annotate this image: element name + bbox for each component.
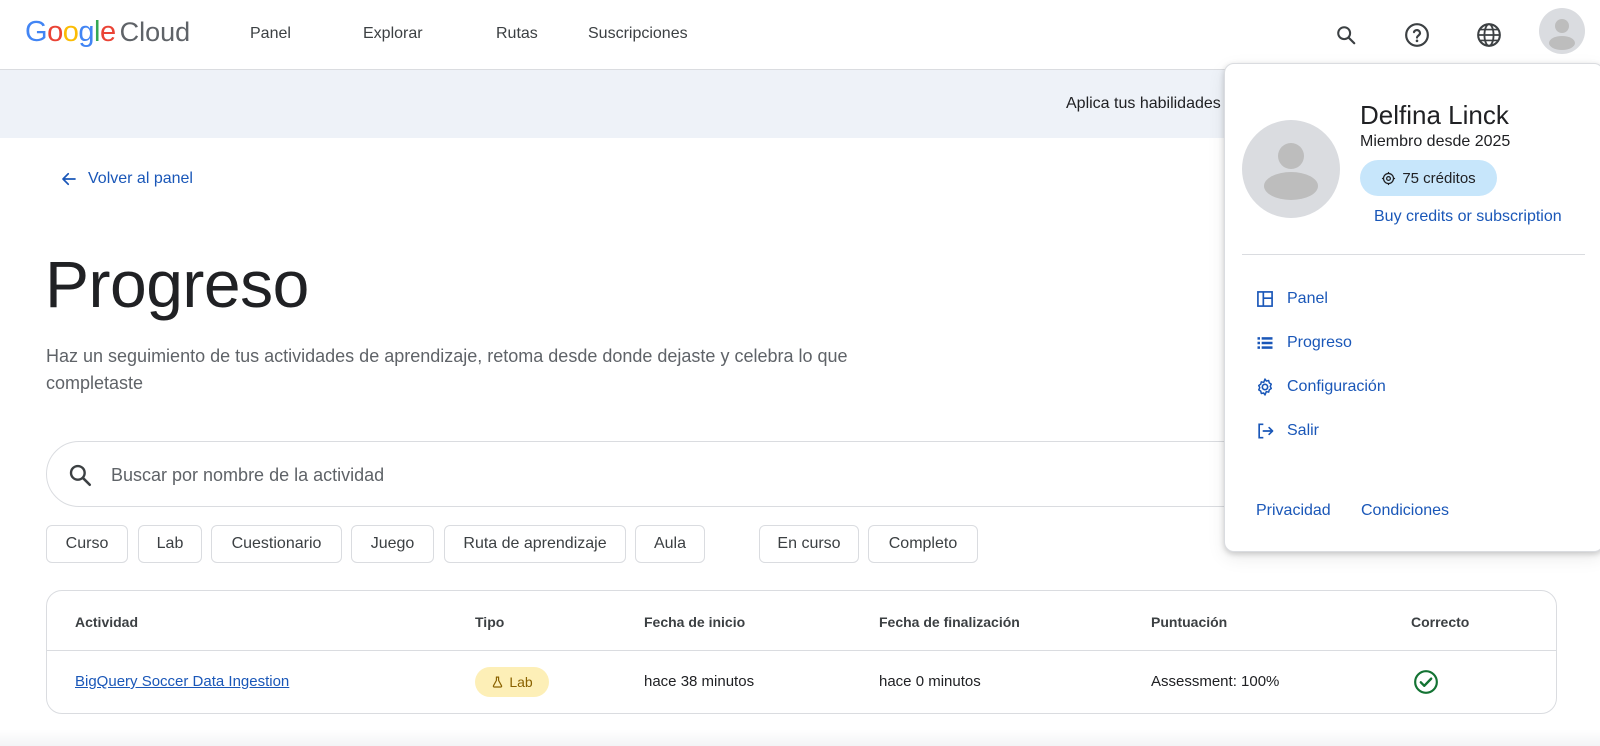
- menu-item-label: Panel: [1287, 290, 1328, 307]
- banner-text: Aplica tus habilidades: [1066, 95, 1221, 112]
- type-badge-label: Lab: [509, 674, 533, 690]
- language-globe-icon[interactable]: [1471, 17, 1507, 53]
- column-header-tipo[interactable]: Tipo: [475, 614, 504, 630]
- end-date-cell: hace 0 minutos: [879, 673, 981, 690]
- filter-chip-curso[interactable]: Curso: [46, 525, 128, 563]
- score-cell: Assessment: 100%: [1151, 673, 1280, 690]
- dashboard-icon: [1257, 291, 1273, 307]
- check-circle-icon: [1413, 669, 1439, 700]
- filter-chip-ruta[interactable]: Ruta de aprendizaje: [444, 525, 626, 563]
- logo-google-text: Google: [25, 16, 116, 48]
- page-subtitle: Haz un seguimiento de tus actividades de…: [46, 346, 848, 393]
- page-bottom-fade: [0, 730, 1600, 746]
- column-header-fecha-inicio[interactable]: Fecha de inicio: [644, 614, 745, 630]
- filter-chip-completo[interactable]: Completo: [868, 525, 978, 563]
- nav-explorar[interactable]: Explorar: [363, 25, 423, 43]
- profile-member-since: Miembro desde 2025: [1360, 133, 1511, 150]
- activity-table: Actividad Tipo Fecha de inicio Fecha de …: [46, 590, 1557, 714]
- credits-badge[interactable]: 75 créditos: [1360, 160, 1497, 196]
- profile-divider: [1242, 254, 1585, 255]
- top-app-bar: Google Cloud Panel Explorar Rutas Suscri…: [0, 0, 1600, 70]
- profile-name: Delfina Linck: [1360, 100, 1509, 130]
- start-date-cell: hace 38 minutos: [644, 673, 755, 690]
- column-header-correcto[interactable]: Correcto: [1411, 614, 1469, 630]
- menu-item-label: Progreso: [1287, 334, 1352, 351]
- nav-panel[interactable]: Panel: [250, 25, 291, 43]
- activity-search-box[interactable]: [46, 441, 1286, 507]
- table-divider: [47, 650, 1556, 651]
- menu-item-label: Salir: [1287, 422, 1320, 439]
- type-badge-lab: Lab: [475, 667, 549, 697]
- menu-item-panel[interactable]: Panel: [1255, 289, 1328, 309]
- terms-link[interactable]: Condiciones: [1361, 502, 1449, 520]
- nav-suscripciones[interactable]: Suscripciones: [588, 25, 688, 43]
- back-to-panel-link[interactable]: Volver al panel: [60, 170, 193, 188]
- menu-item-configuracion[interactable]: Configuración: [1255, 377, 1386, 397]
- menu-item-label: Configuración: [1287, 378, 1386, 395]
- activity-link[interactable]: BigQuery Soccer Data Ingestion: [75, 673, 289, 690]
- flask-icon: [493, 676, 503, 688]
- filter-chip-lab[interactable]: Lab: [138, 525, 202, 563]
- profile-avatar: [1242, 120, 1340, 218]
- filter-chip-en-curso[interactable]: En curso: [759, 525, 859, 563]
- back-link-label: Volver al panel: [88, 170, 193, 187]
- buy-credits-link[interactable]: Buy credits or subscription: [1374, 208, 1562, 226]
- column-header-actividad[interactable]: Actividad: [75, 614, 138, 630]
- filter-chip-juego[interactable]: Juego: [351, 525, 434, 563]
- credits-label: 75 créditos: [1402, 169, 1476, 187]
- activity-search-input[interactable]: [111, 454, 1211, 496]
- logout-icon: [1258, 423, 1274, 439]
- help-icon[interactable]: [1399, 17, 1435, 53]
- menu-item-salir[interactable]: Salir: [1255, 421, 1319, 441]
- google-cloud-logo[interactable]: Google Cloud: [25, 16, 190, 52]
- column-header-puntuacion[interactable]: Puntuación: [1151, 614, 1227, 630]
- credits-icon: [1382, 171, 1396, 185]
- filter-chip-cuestionario[interactable]: Cuestionario: [211, 525, 342, 563]
- settings-gear-icon: [1258, 378, 1272, 396]
- menu-item-progreso[interactable]: Progreso: [1255, 333, 1352, 353]
- search-icon[interactable]: [1328, 17, 1364, 53]
- column-header-fecha-finalizacion[interactable]: Fecha de finalización: [879, 614, 1020, 630]
- privacy-link[interactable]: Privacidad: [1256, 502, 1331, 520]
- search-icon: [67, 462, 93, 493]
- account-avatar[interactable]: [1539, 8, 1585, 54]
- arrow-left-icon: [62, 172, 76, 186]
- list-icon: [1257, 337, 1273, 349]
- nav-rutas[interactable]: Rutas: [496, 25, 538, 43]
- profile-menu-popup: Delfina Linck Miembro desde 2025 75 créd…: [1224, 63, 1600, 552]
- filter-chip-aula[interactable]: Aula: [635, 525, 705, 563]
- logo-cloud-text: Cloud: [119, 17, 191, 47]
- page-title: Progreso: [45, 247, 309, 321]
